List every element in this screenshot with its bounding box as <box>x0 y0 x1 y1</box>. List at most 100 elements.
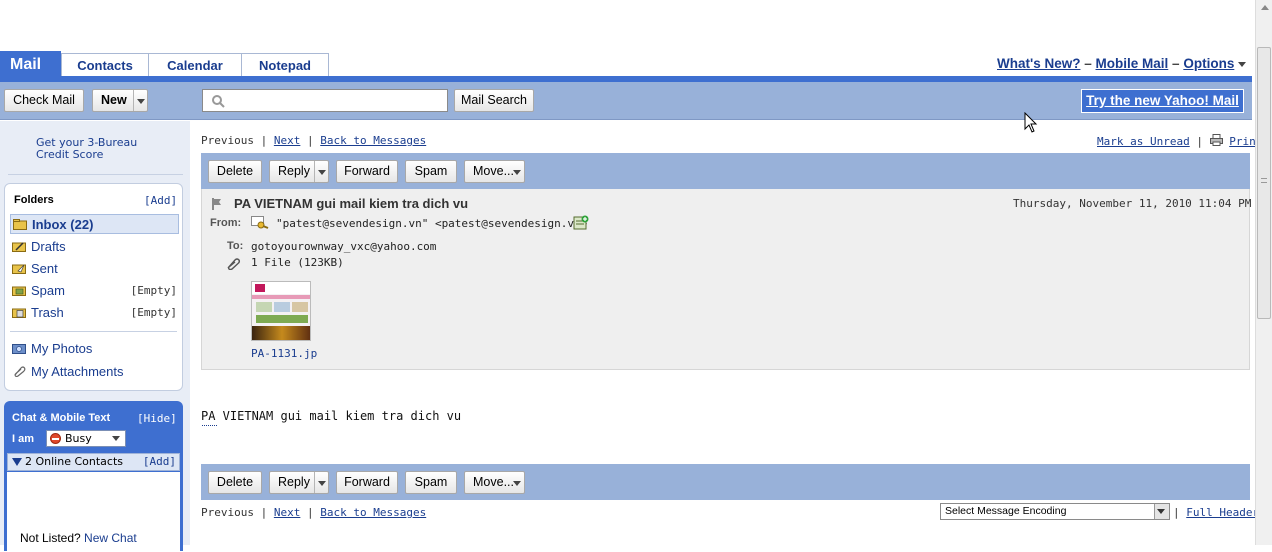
search-icon <box>212 95 225 108</box>
forward-button[interactable]: Forward <box>336 160 398 183</box>
flag-icon[interactable] <box>212 198 222 210</box>
chat-hide-link[interactable]: [Hide] <box>137 412 177 425</box>
trash-folder-icon <box>12 308 26 318</box>
thumb-nav <box>252 295 310 299</box>
folder-drafts[interactable]: Drafts <box>10 237 179 257</box>
not-listed-text: Not Listed? New Chat <box>20 531 137 545</box>
tab-notepad[interactable]: Notepad <box>241 53 329 76</box>
tab-contacts[interactable]: Contacts <box>61 53 149 76</box>
vertical-scrollbar[interactable] <box>1255 0 1272 545</box>
back-to-messages-link[interactable]: Back to Messages <box>320 134 426 147</box>
spam-button[interactable]: Spam <box>405 160 457 183</box>
attachment-name-link[interactable]: PA-1131.jp <box>251 347 317 360</box>
new-button[interactable]: New <box>92 89 148 112</box>
attachment-thumbnail[interactable] <box>251 281 311 341</box>
previous-label: Previous <box>201 134 254 147</box>
folder-label: Inbox (22) <box>32 217 94 232</box>
separator: | <box>260 506 268 519</box>
next-link[interactable]: Next <box>274 506 301 519</box>
mark-as-unread-link[interactable]: Mark as Unread <box>1097 135 1190 148</box>
ad-line-2: Credit Score <box>36 148 104 161</box>
message-date: Thursday, November 11, 2010 11:04 PM <box>1013 197 1252 210</box>
move-label: Move... <box>473 164 514 178</box>
chevron-down-icon[interactable] <box>510 161 524 182</box>
mobile-mail-link[interactable]: Mobile Mail <box>1096 56 1169 71</box>
inbox-folder-icon <box>13 219 27 230</box>
thumb-block <box>256 315 308 323</box>
chevron-down-icon[interactable] <box>314 161 328 182</box>
delete-button[interactable]: Delete <box>208 471 262 494</box>
scrollbar-thumb[interactable] <box>1257 47 1271 319</box>
chevron-down-icon[interactable] <box>133 90 147 111</box>
online-contacts-label: 2 Online Contacts <box>25 455 124 468</box>
folder-sent[interactable]: Sent <box>10 259 179 279</box>
check-mail-button[interactable]: Check Mail <box>4 89 84 112</box>
try-new-yahoo-mail-button[interactable]: Try the new Yahoo! Mail <box>1081 89 1244 113</box>
spam-button[interactable]: Spam <box>405 471 457 494</box>
my-attachments-label: My Attachments <box>31 364 124 379</box>
search-input[interactable] <box>202 89 448 112</box>
attachment-count: 1 File (123KB) <box>251 256 344 269</box>
folders-add-link[interactable]: [Add] <box>144 194 177 207</box>
empty-trash-link[interactable]: [Empty] <box>131 303 177 323</box>
my-photos-link[interactable]: My Photos <box>10 339 179 359</box>
divider <box>10 331 177 332</box>
credit-score-ad[interactable]: Get your 3-Bureau Credit Score <box>36 137 137 161</box>
online-contacts-header[interactable]: 2 Online Contacts [Add] <box>7 453 180 471</box>
thumb-footer <box>252 326 310 340</box>
move-button[interactable]: Move... <box>464 471 525 494</box>
separator: – <box>1084 56 1092 71</box>
to-label: To: <box>227 240 244 252</box>
encoding-label: Select Message Encoding <box>945 505 1067 517</box>
tab-mail[interactable]: Mail <box>0 51 61 78</box>
from-label: From: <box>210 217 242 229</box>
message-body: PA VIETNAM gui mail kiem tra dich vu <box>201 409 461 423</box>
options-link[interactable]: Options <box>1183 56 1234 71</box>
status-select[interactable]: Busy <box>46 430 126 447</box>
mail-search-button[interactable]: Mail Search <box>454 89 534 112</box>
message-nav-top: Previous | Next | Back to Messages <box>201 134 426 147</box>
thumb-grip <box>1261 178 1267 183</box>
paperclip-icon <box>14 366 26 377</box>
reply-button[interactable]: Reply <box>269 471 329 494</box>
folder-spam[interactable]: Spam [Empty] <box>10 281 179 301</box>
separator: | <box>260 134 268 147</box>
empty-spam-link[interactable]: [Empty] <box>131 281 177 301</box>
status-label: Busy <box>65 432 92 445</box>
not-listed-label: Not Listed? <box>20 531 81 545</box>
folder-trash[interactable]: Trash [Empty] <box>10 303 179 323</box>
back-to-messages-link[interactable]: Back to Messages <box>320 506 426 519</box>
folder-inbox[interactable]: Inbox (22) <box>10 214 179 234</box>
printer-icon[interactable] <box>1209 134 1223 146</box>
encoding-select[interactable]: Select Message Encoding <box>940 503 1170 520</box>
forward-button[interactable]: Forward <box>336 471 398 494</box>
reply-button[interactable]: Reply <box>269 160 329 183</box>
i-am-label: I am <box>12 433 35 445</box>
chevron-down-icon[interactable] <box>510 472 524 493</box>
folder-label: Spam <box>31 283 65 298</box>
folder-label: Trash <box>31 305 64 320</box>
cursor-icon <box>1024 112 1038 133</box>
separator: | <box>1196 135 1203 148</box>
my-attachments-link[interactable]: My Attachments <box>10 362 179 382</box>
drafts-folder-icon <box>12 242 26 252</box>
delete-button[interactable]: Delete <box>208 160 262 183</box>
from-address[interactable]: "patest@sevendesign.vn" <patest@sevendes… <box>276 217 587 230</box>
previous-label: Previous <box>201 506 254 519</box>
add-contact-icon[interactable] <box>572 215 589 230</box>
whats-new-link[interactable]: What's New? <box>997 56 1080 71</box>
chevron-down-icon[interactable] <box>314 472 328 493</box>
full-headers-link[interactable]: Full Headers <box>1186 506 1265 519</box>
thumb-block <box>256 302 272 312</box>
chevron-down-icon[interactable] <box>1238 61 1247 67</box>
new-chat-link[interactable]: New Chat <box>84 531 137 545</box>
toolbar <box>0 82 1252 120</box>
add-contact-link[interactable]: [Add] <box>143 454 176 470</box>
thumb-block <box>274 302 290 312</box>
scrollbar-up-arrow[interactable] <box>1261 5 1269 10</box>
to-address: gotoyourownway_vxc@yahoo.com <box>251 240 437 253</box>
next-link[interactable]: Next <box>274 134 301 147</box>
move-button[interactable]: Move... <box>464 160 525 183</box>
spellcheck-underline <box>202 425 217 426</box>
tab-calendar[interactable]: Calendar <box>148 53 242 76</box>
